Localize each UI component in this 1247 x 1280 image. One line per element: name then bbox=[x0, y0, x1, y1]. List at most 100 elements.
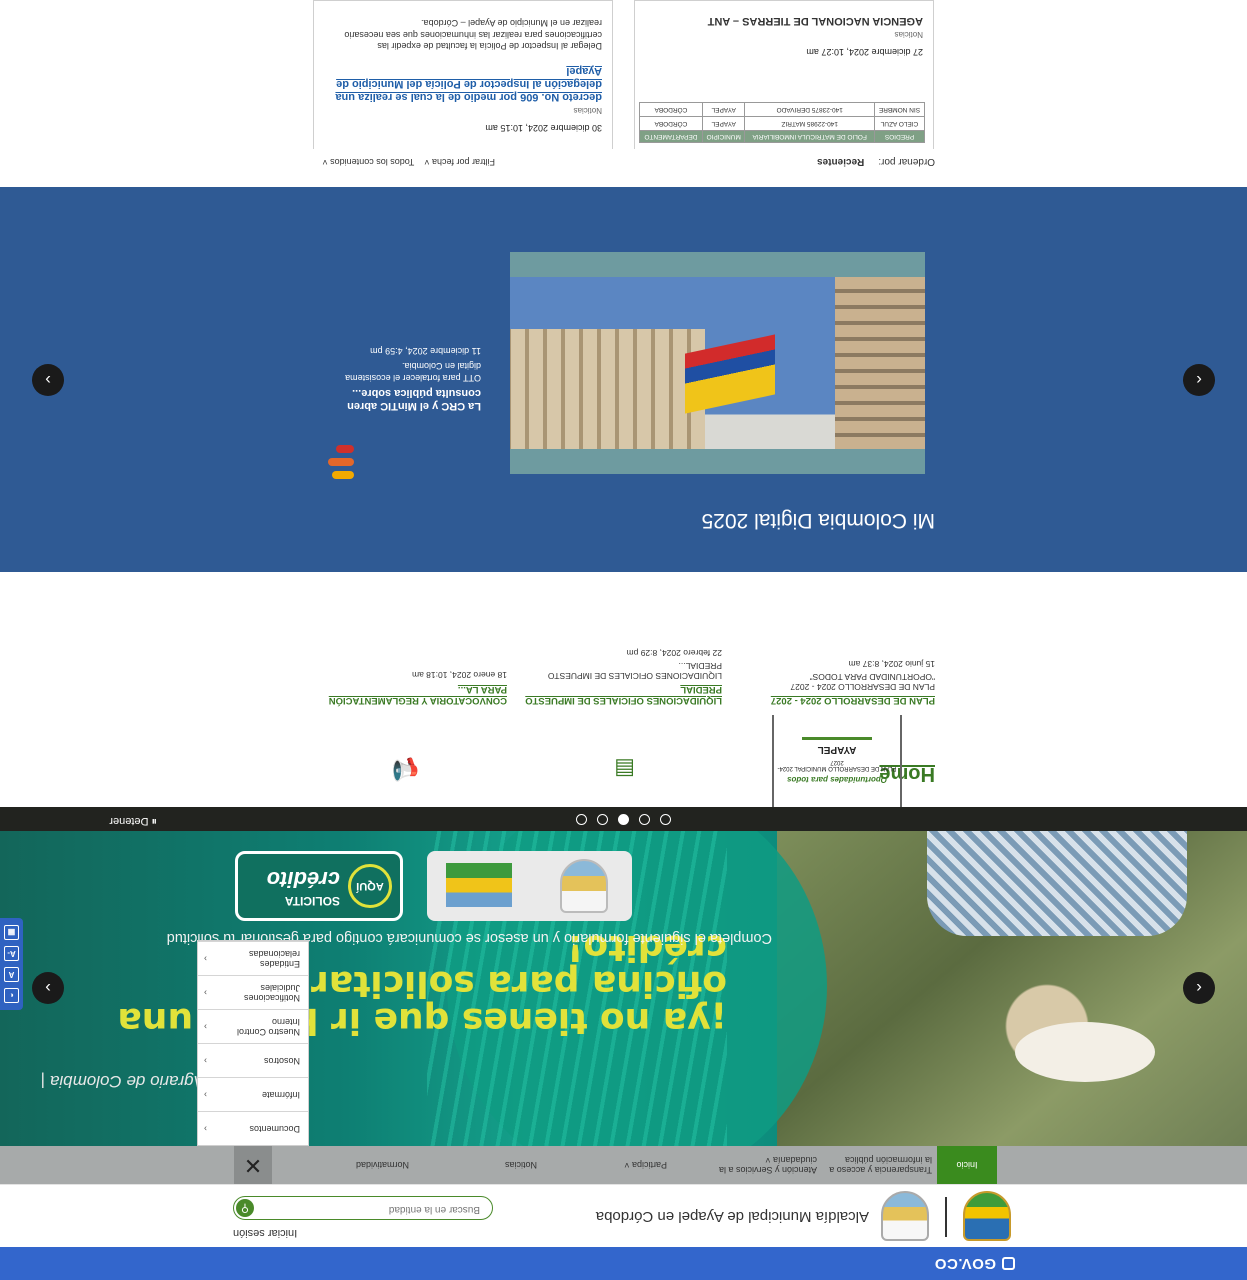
nav-item-participa[interactable]: Participa ˅ bbox=[607, 1146, 667, 1184]
carousel-stop-button[interactable]: ⏸ Detener bbox=[109, 814, 157, 827]
dropdown-item-label: Nosotros bbox=[263, 1056, 300, 1067]
table-cell: CÓRDOBA bbox=[639, 116, 703, 131]
notice-card[interactable]: PREDIOS FOLIO DE MATRICULA INMOBILIARIA … bbox=[634, 0, 934, 149]
hero-subtext: Completa el siguiente formulario y un as… bbox=[166, 930, 772, 946]
notice-date: 27 diciembre 2024, 10:27 am bbox=[806, 47, 923, 57]
relief-center-icon[interactable]: ▦ bbox=[4, 925, 19, 940]
notice-title[interactable]: AGENCIA NACIONAL DE TIERRAS – ANT bbox=[708, 15, 923, 27]
photo-building bbox=[510, 329, 705, 449]
gov-co-bar: GOV.CO bbox=[0, 1247, 1247, 1280]
dropdown-item-documentos[interactable]: Documentos › bbox=[198, 1111, 308, 1145]
ayapel-flag-icon bbox=[446, 863, 512, 907]
notice-category: Noticias bbox=[573, 106, 602, 115]
carousel-dot-active[interactable] bbox=[618, 814, 629, 825]
dropdown-item-informate[interactable]: Infórmate › bbox=[198, 1077, 308, 1111]
news-excerpt: PLAN DE DESARROLLO 2024 - 2027 "OPORTUNI… bbox=[790, 671, 935, 693]
mcd-news-title[interactable]: La CRC y el MinTIC abren consulta públic… bbox=[321, 386, 481, 412]
search-box: ⚲ bbox=[233, 1196, 493, 1220]
mcd-logo-icon bbox=[326, 429, 354, 479]
news-item[interactable]: CONVOCATORIA Y REGLAMENTACIÓN PARA LA...… bbox=[307, 670, 507, 706]
news-title[interactable]: LIQUIDACIONES OFICIALES DE IMPUESTO PRED… bbox=[522, 683, 722, 706]
news-title[interactable]: CONVOCATORIA Y REGLAMENTACIÓN PARA LA... bbox=[307, 683, 507, 706]
sort-recientes[interactable]: Recientes bbox=[817, 156, 864, 167]
hero-banner: co Agrario de Colombia | ¡ya no tienes q… bbox=[0, 831, 1247, 1146]
gov-co-label: GOV.CO bbox=[934, 1255, 996, 1272]
font-increase-icon[interactable]: A bbox=[4, 967, 19, 982]
notice-excerpt: Delegar al Inspector de Policía la facul… bbox=[344, 18, 602, 52]
chevron-right-icon: › bbox=[204, 1056, 207, 1067]
table-header: MUNICIPIO bbox=[702, 130, 745, 143]
news-item[interactable]: PLAN DE DESARROLLO 2024 - 2027 PLAN DE D… bbox=[735, 659, 935, 706]
hero-shirt-shape bbox=[927, 831, 1187, 936]
table-cell: 140-22985 MATRIZ bbox=[745, 116, 875, 131]
news-item[interactable]: LIQUIDACIONES OFICIALES DE IMPUESTO PRED… bbox=[522, 648, 722, 706]
thumb-org: AYAPEL bbox=[817, 744, 857, 756]
nav-item-normatividad[interactable]: Normatividad bbox=[339, 1146, 409, 1184]
carousel-dot[interactable] bbox=[660, 814, 671, 825]
filter-date[interactable]: Filtrar por fecha ˅ bbox=[424, 157, 495, 167]
carousel-dot[interactable] bbox=[597, 814, 608, 825]
thumb-subtitle: PLAN DE DESARROLLO MUNICIPAL 2024-2027 bbox=[777, 759, 897, 772]
dropdown-item-nosotros[interactable]: Nosotros › bbox=[198, 1043, 308, 1077]
table-row: SIN NOMBRE 140-23875 DERIVADO AYAPEL CÓR… bbox=[639, 102, 925, 117]
mcd-news-item[interactable]: La CRC y el MinTIC abren consulta públic… bbox=[321, 346, 481, 412]
nav-item-inicio[interactable]: Inicio bbox=[937, 1146, 997, 1184]
hero-farmer-photo bbox=[777, 831, 1247, 1146]
gov-co-logo[interactable]: GOV.CO bbox=[934, 1255, 1015, 1272]
mcd-prev-arrow-icon[interactable]: ‹ bbox=[1183, 364, 1215, 396]
table-cell: CIELO AZUL bbox=[874, 116, 925, 131]
notice-card[interactable]: 30 diciembre 2024, 10:15 am Noticias dec… bbox=[313, 0, 613, 149]
site-title: Alcaldía Municipal de Ayapel en Córdoba bbox=[595, 1208, 869, 1225]
plan-desarrollo-thumbnail[interactable]: Oportunidades para todos PLAN DE DESARRO… bbox=[772, 715, 902, 807]
chevron-right-icon: › bbox=[204, 954, 207, 965]
main-nav: Inicio Transparencia y acceso a la infor… bbox=[0, 1146, 1247, 1184]
mcd-next-arrow-icon[interactable]: › bbox=[32, 364, 64, 396]
mcd-news-excerpt: OTT para fortalecer el ecosistema digita… bbox=[345, 361, 481, 383]
news-title[interactable]: PLAN DE DESARROLLO 2024 - 2027 bbox=[735, 694, 935, 706]
nav-item-noticias[interactable]: Noticias bbox=[487, 1146, 537, 1184]
dropdown-item-entidades[interactable]: Entidades relacionadas › bbox=[198, 941, 308, 975]
megaphone-icon: 📢 bbox=[391, 757, 419, 782]
nav-item-transparencia[interactable]: Transparencia y acceso a la información … bbox=[820, 1146, 932, 1184]
nav-item-atencion[interactable]: Atención y Servicios a la ciudadanía ˅ bbox=[717, 1146, 817, 1184]
login-link[interactable]: Iniciar sesión bbox=[233, 1227, 297, 1239]
dropdown-item-control-interno[interactable]: Nuestro Control Interno › bbox=[198, 1009, 308, 1043]
thumb-bar bbox=[802, 737, 872, 741]
chevron-right-icon: › bbox=[204, 1022, 207, 1033]
close-icon[interactable]: ✕ bbox=[234, 1146, 272, 1184]
accessibility-bar: ◐ A A- ▦ bbox=[0, 918, 23, 1010]
contrast-icon[interactable]: ◐ bbox=[4, 988, 19, 1003]
dropdown-item-notificaciones[interactable]: Notificaciones Judiciales › bbox=[198, 975, 308, 1009]
solicita-credito-button[interactable]: AQUÍ SOLICITA crédito bbox=[235, 851, 403, 921]
table-cell: AYAPEL bbox=[702, 116, 745, 131]
hero-next-arrow-icon[interactable]: › bbox=[32, 972, 64, 1004]
hero-prev-arrow-icon[interactable]: ‹ bbox=[1183, 972, 1215, 1004]
table-cell: CÓRDOBA bbox=[639, 102, 703, 117]
search-input[interactable] bbox=[270, 1204, 480, 1215]
dropdown-item-label: Entidades relacionadas bbox=[248, 949, 300, 970]
table-header: PREDIOS bbox=[874, 130, 925, 143]
carousel-dot[interactable] bbox=[639, 814, 650, 825]
mcd-title: Mi Colombia Digital 2025 bbox=[701, 509, 935, 532]
carousel-dots bbox=[576, 814, 671, 825]
sort-row: Ordenar por: Recientes bbox=[817, 156, 935, 167]
credit-line1: SOLICITA bbox=[284, 894, 340, 908]
table-cell: SIN NOMBRE bbox=[874, 102, 925, 117]
news-excerpt: LIQUIDACIONES OFICIALES DE IMPUESTO PRED… bbox=[547, 660, 722, 682]
mcd-news-photo[interactable] bbox=[510, 252, 925, 474]
notices-section: Ordenar por: Recientes Filtrar por fecha… bbox=[0, 0, 1247, 187]
filters-row: Filtrar por fecha ˅ Todos los contenidos… bbox=[322, 157, 495, 167]
carousel-dot[interactable] bbox=[576, 814, 587, 825]
search-icon[interactable]: ⚲ bbox=[236, 1199, 254, 1217]
ayapel-seal-icon bbox=[560, 859, 608, 913]
hero-logo-card bbox=[427, 851, 632, 921]
mcd-news-date: 11 diciembre 2024, 4:59 pm bbox=[370, 346, 481, 357]
photo-building bbox=[835, 277, 925, 449]
table-header: DEPARTAMENTO bbox=[639, 130, 703, 143]
dropdown-item-label: Documentos bbox=[249, 1124, 300, 1135]
carousel-controls: ⏸ Detener bbox=[0, 807, 1247, 831]
filter-content[interactable]: Todos los contenidos ˅ bbox=[322, 157, 414, 167]
notice-title[interactable]: decreto No. 606 por medio de la cual se … bbox=[322, 63, 602, 103]
aqui-badge: AQUÍ bbox=[348, 864, 392, 908]
font-decrease-icon[interactable]: A- bbox=[4, 946, 19, 961]
